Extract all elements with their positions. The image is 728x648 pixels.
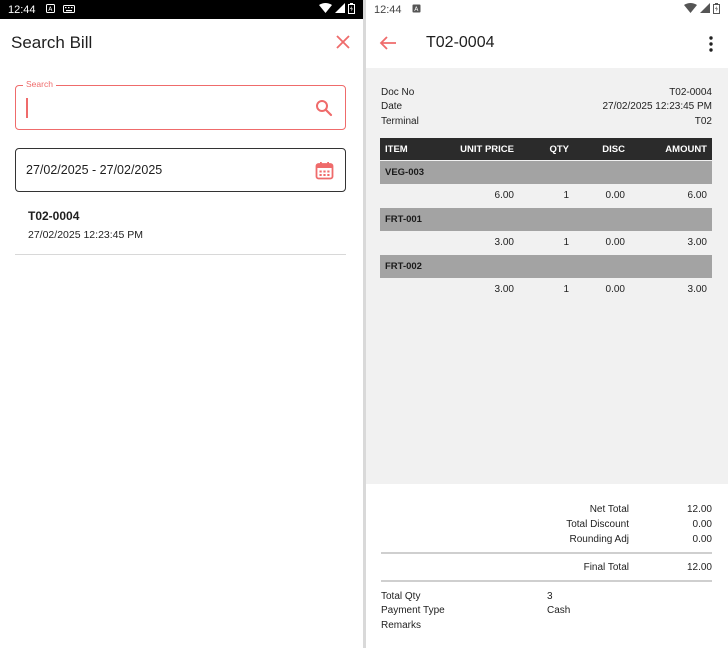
table-row: 6.00 1 0.00 6.00: [380, 184, 712, 208]
totals-section: Net Total 12.00 Total Discount 0.00 Roun…: [366, 484, 728, 648]
item-code: VEG-003: [385, 167, 425, 178]
item-code-band: FRT-002: [380, 255, 712, 278]
date-value: 27/02/2025 12:23:45 PM: [602, 101, 712, 112]
terminal-value: T02: [694, 116, 712, 127]
search-field[interactable]: Search: [15, 79, 346, 130]
item-code-band: VEG-003: [380, 161, 712, 184]
date-label: Date: [381, 101, 403, 112]
item-code: FRT-002: [385, 261, 422, 272]
net-total-label: Net Total: [589, 504, 629, 515]
search-label: Search: [23, 79, 56, 89]
back-arrow-icon: [379, 36, 396, 50]
amount: 3.00: [687, 284, 707, 295]
battery-icon: [713, 2, 720, 17]
total-discount-value: 0.00: [692, 519, 712, 530]
final-total-label: Final Total: [583, 562, 629, 573]
rounding-label: Rounding Adj: [569, 534, 630, 545]
item-code: FRT-001: [385, 214, 422, 225]
rounding-value: 0.00: [692, 534, 712, 545]
terminal-label: Terminal: [381, 116, 419, 127]
signal-icon: [335, 3, 345, 16]
divider: [381, 552, 712, 554]
table-row: 3.00 1 0.00 3.00: [380, 278, 712, 302]
divider: [381, 580, 712, 582]
more-vert-icon: [709, 36, 713, 52]
remarks-label: Remarks: [381, 620, 422, 631]
unit-price: 3.00: [494, 284, 514, 295]
notification-a-icon: A: [412, 4, 421, 16]
wifi-icon: [319, 3, 332, 16]
table-header: ITEM UNIT PRICE QTY DISC AMOUNT: [380, 138, 712, 160]
result-doc-no: T02-0004: [28, 209, 80, 223]
status-time: 12:44: [374, 3, 402, 16]
date-range-value: 27/02/2025 - 27/02/2025: [26, 163, 163, 177]
back-button[interactable]: [379, 35, 397, 51]
disc: 0.00: [605, 284, 625, 295]
net-total-value: 12.00: [686, 504, 712, 515]
total-qty-label: Total Qty: [381, 591, 421, 602]
bill-detail-area: Doc No T02-0004 Date 27/02/2025 12:23:45…: [366, 68, 728, 484]
doc-no-value: T02-0004: [669, 87, 712, 98]
amount: 6.00: [687, 190, 707, 201]
page-title: Search Bill: [11, 33, 93, 52]
header-disc: DISC: [602, 144, 625, 155]
search-input[interactable]: [30, 94, 310, 122]
total-discount-label: Total Discount: [566, 519, 629, 530]
battery-icon: [348, 2, 355, 17]
result-datetime: 27/02/2025 12:23:45 PM: [28, 229, 144, 241]
notification-a-icon: A: [45, 3, 55, 16]
search-icon[interactable]: [315, 99, 333, 117]
wifi-icon: [684, 3, 697, 16]
unit-price: 3.00: [494, 237, 514, 248]
page-title: T02-0004: [426, 34, 495, 51]
text-cursor: [26, 98, 28, 118]
svg-text:A: A: [48, 6, 53, 13]
more-options-button[interactable]: [708, 36, 714, 52]
search-bill-screen: 12:44 A Search Bill Search 27/02/2025 - …: [0, 0, 363, 648]
qty: 1: [563, 190, 569, 201]
status-bar: 12:44 A: [366, 0, 728, 19]
total-qty-value: 3: [547, 591, 553, 602]
qty: 1: [563, 284, 569, 295]
close-button[interactable]: [335, 34, 351, 50]
header-unit-price: UNIT PRICE: [460, 144, 514, 155]
payment-type-value: Cash: [547, 605, 571, 616]
keyboard-icon: [62, 4, 75, 16]
disc: 0.00: [605, 190, 625, 201]
date-range-picker[interactable]: 27/02/2025 - 27/02/2025: [15, 148, 346, 192]
final-total-value: 12.00: [686, 562, 712, 573]
header-qty: QTY: [549, 144, 569, 155]
qty: 1: [563, 237, 569, 248]
list-item[interactable]: T02-0004 27/02/2025 12:23:45 PM: [15, 200, 346, 255]
payment-type-label: Payment Type: [381, 605, 445, 616]
table-row: 3.00 1 0.00 3.00: [380, 231, 712, 255]
status-bar: 12:44 A: [0, 0, 363, 19]
disc: 0.00: [605, 237, 625, 248]
status-time: 12:44: [8, 3, 36, 16]
header-amount: AMOUNT: [665, 144, 707, 155]
doc-no-label: Doc No: [381, 87, 415, 98]
signal-icon: [700, 3, 710, 16]
header-item: ITEM: [385, 144, 408, 155]
amount: 3.00: [687, 237, 707, 248]
unit-price: 6.00: [494, 190, 514, 201]
bill-detail-screen: 12:44 A T02-0004 Doc No T02-0004 Date 27…: [366, 0, 728, 648]
calendar-icon[interactable]: [315, 161, 334, 180]
item-code-band: FRT-001: [380, 208, 712, 231]
close-icon: [336, 35, 350, 49]
